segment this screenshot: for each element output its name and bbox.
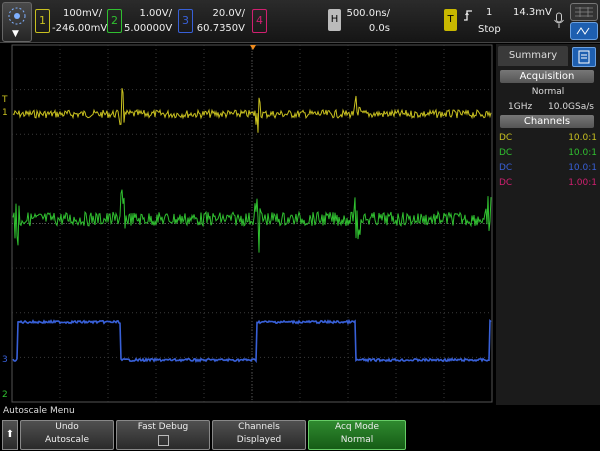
horizontal-scale: 500.0ns/ (346, 8, 390, 19)
bandwidth: 1GHz (508, 102, 533, 112)
undo-autoscale-button[interactable]: Undo Autoscale (20, 420, 114, 450)
return-button[interactable]: ⬆ (2, 420, 18, 450)
channel-coupling: DC (499, 148, 513, 158)
channel-coupling: DC (499, 163, 513, 173)
acquisition-header: Acquisition (500, 70, 594, 83)
acquisition-mode: Normal (531, 87, 565, 97)
sample-rate: 10.0GSa/s (548, 102, 594, 112)
channels-header: Channels (500, 115, 594, 128)
touch-toggle-icon[interactable] (570, 22, 598, 40)
fast-debug-label: Fast Debug (137, 422, 189, 432)
main-menu-button[interactable]: ▼ (2, 2, 32, 42)
ch2-offset: 5.00000V (124, 23, 173, 34)
channel-probe-ratio: 1.00:1 (568, 178, 597, 188)
tab-summary[interactable]: Summary (498, 46, 568, 66)
ch2-ground-marker[interactable]: 2 (2, 390, 8, 400)
acq-mode-label: Acq Mode (334, 422, 380, 432)
rising-edge-icon (464, 10, 472, 21)
ch1-badge[interactable]: 1 (35, 9, 50, 33)
waveform-display[interactable] (0, 44, 495, 405)
ch3-offset: 60.7350V (196, 23, 245, 34)
ch2-settings[interactable]: 1.00V/ 5.00000V (124, 6, 172, 36)
ch3-settings[interactable]: 20.0V/ 60.7350V (195, 6, 245, 36)
ch2-scale: 1.00V/ (139, 8, 172, 19)
acq-mode-sublabel: Normal (340, 435, 374, 445)
channel-probe-ratio: 10.0:1 (568, 163, 597, 173)
ch1-scale: 100mV/ (62, 8, 102, 19)
ch3-scale: 20.0V/ (212, 8, 245, 19)
channels-sublabel: Displayed (236, 435, 282, 445)
summary-panel: Summary Acquisition Normal 1GHz 10.0GSa/… (496, 44, 600, 405)
acq-mode-button[interactable]: Acq Mode Normal (308, 420, 406, 450)
ch1-offset: -246.00mV (52, 23, 108, 34)
tab-menu-icon[interactable] (572, 47, 596, 67)
channel-coupling: DC (499, 178, 513, 188)
ch1-ground-marker[interactable]: 1 (2, 108, 8, 118)
ch3-ground-marker[interactable]: 3 (2, 355, 8, 365)
menu-title: Autoscale Menu (3, 406, 75, 416)
horizontal-settings[interactable]: 500.0ns/ 0.0s (340, 6, 390, 36)
fast-debug-button[interactable]: Fast Debug (116, 420, 210, 450)
trigger-level: 14.3mV (513, 7, 552, 18)
top-status-bar: ▼ 1 100mV/ -246.00mV 2 1.00V/ 5.00000V 3… (0, 0, 600, 43)
horizontal-delay: 0.0s (368, 23, 390, 34)
channel-coupling: DC (499, 133, 513, 143)
ch4-badge[interactable]: 4 (252, 9, 267, 33)
ch3-badge[interactable]: 3 (178, 9, 193, 33)
channels-displayed-button[interactable]: Channels Displayed (212, 420, 306, 450)
trigger-level-marker[interactable]: T (2, 95, 8, 105)
grid-display-icon[interactable] (570, 3, 598, 21)
fast-debug-checkbox[interactable] (157, 435, 169, 446)
channels-label: Channels (238, 422, 280, 432)
trigger-source: 1 (486, 7, 493, 18)
ch2-badge[interactable]: 2 (107, 9, 122, 33)
scope-logo-icon (8, 7, 26, 25)
ch1-settings[interactable]: 100mV/ -246.00mV (52, 6, 108, 36)
undo-sublabel: Autoscale (44, 435, 90, 445)
channel-probe-ratio: 10.0:1 (568, 133, 597, 143)
undo-label: Undo (55, 422, 79, 432)
run-status: Stop (478, 24, 501, 35)
trigger-badge[interactable]: T (444, 9, 457, 31)
chevron-down-icon: ▼ (12, 29, 19, 39)
channel-probe-ratio: 10.0:1 (568, 148, 597, 158)
microphone-icon[interactable] (553, 12, 565, 30)
